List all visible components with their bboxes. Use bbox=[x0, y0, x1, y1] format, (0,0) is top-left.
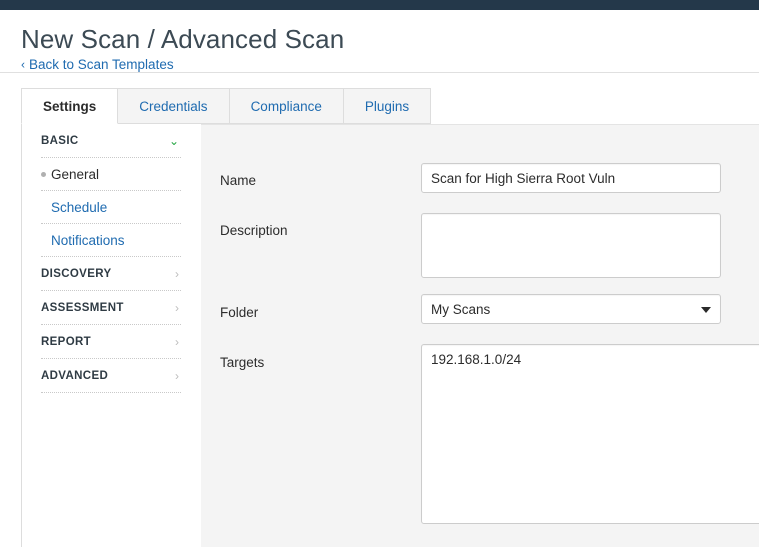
name-field-label: Name bbox=[220, 173, 257, 188]
nav-group-report: REPORT › bbox=[41, 325, 181, 359]
description-textarea[interactable] bbox=[421, 213, 721, 278]
sidebar-item-notifications[interactable]: Notifications bbox=[41, 224, 181, 256]
chevron-right-icon: › bbox=[175, 334, 179, 349]
sidebar-item-general-label: General bbox=[51, 166, 100, 182]
sidebar-item-general[interactable]: General bbox=[41, 158, 181, 190]
targets-textarea[interactable] bbox=[421, 344, 759, 524]
description-field-label: Description bbox=[220, 223, 288, 238]
scan-configuration-page: New Scan / Advanced Scan ‹ Back to Scan … bbox=[0, 0, 759, 547]
nav-group-general: General bbox=[41, 158, 181, 191]
back-to-scan-templates-link[interactable]: ‹ Back to Scan Templates bbox=[21, 57, 174, 72]
settings-sidebar: BASIC ⌄ General Schedule Notifications D… bbox=[21, 124, 201, 547]
page-body: BASIC ⌄ General Schedule Notifications D… bbox=[0, 124, 759, 547]
sidebar-section-advanced[interactable]: ADVANCED › bbox=[41, 359, 181, 392]
settings-form-panel: Name Description Folder My Scans Targets bbox=[201, 124, 759, 547]
tab-credentials[interactable]: Credentials bbox=[118, 88, 230, 124]
nav-group-schedule: Schedule bbox=[41, 191, 181, 224]
sidebar-item-schedule[interactable]: Schedule bbox=[41, 191, 181, 223]
sidebar-section-assessment-label: ASSESSMENT bbox=[41, 301, 124, 314]
folder-field-label: Folder bbox=[220, 305, 259, 320]
chevron-right-icon: › bbox=[175, 368, 179, 383]
sidebar-section-assessment[interactable]: ASSESSMENT › bbox=[41, 291, 181, 324]
tab-plugins[interactable]: Plugins bbox=[343, 88, 432, 124]
name-input[interactable] bbox=[421, 163, 721, 193]
sidebar-section-basic[interactable]: BASIC ⌄ bbox=[41, 124, 181, 157]
sidebar-item-notifications-label: Notifications bbox=[51, 232, 125, 248]
chevron-down-icon: ⌄ bbox=[168, 133, 179, 148]
nav-group-assessment: ASSESSMENT › bbox=[41, 291, 181, 325]
sidebar-section-advanced-label: ADVANCED bbox=[41, 369, 109, 382]
sidebar-section-report[interactable]: REPORT › bbox=[41, 325, 181, 358]
page-header: New Scan / Advanced Scan ‹ Back to Scan … bbox=[0, 10, 759, 73]
nav-group-basic: BASIC ⌄ bbox=[41, 124, 181, 158]
tab-compliance[interactable]: Compliance bbox=[229, 88, 344, 124]
targets-field-label: Targets bbox=[220, 355, 265, 370]
sidebar-section-basic-label: BASIC bbox=[41, 134, 79, 147]
sidebar-section-discovery[interactable]: DISCOVERY › bbox=[41, 257, 181, 290]
chevron-right-icon: › bbox=[175, 300, 179, 315]
nav-group-advanced: ADVANCED › bbox=[41, 359, 181, 393]
sidebar-section-discovery-label: DISCOVERY bbox=[41, 267, 112, 280]
chevron-left-icon: ‹ bbox=[21, 57, 25, 71]
sidebar-item-schedule-label: Schedule bbox=[51, 199, 108, 215]
tab-plugins-label: Plugins bbox=[364, 98, 410, 114]
tab-compliance-label: Compliance bbox=[250, 98, 322, 114]
current-item-bullet-icon bbox=[41, 171, 46, 177]
tab-bar: Settings Credentials Compliance Plugins bbox=[21, 88, 432, 124]
tab-credentials-label: Credentials bbox=[139, 98, 208, 114]
tab-settings[interactable]: Settings bbox=[21, 88, 119, 124]
app-top-bar bbox=[0, 0, 759, 10]
folder-select-value: My Scans bbox=[421, 294, 721, 324]
tab-settings-label: Settings bbox=[43, 98, 97, 114]
back-link-label: Back to Scan Templates bbox=[29, 57, 174, 72]
chevron-right-icon: › bbox=[175, 266, 179, 281]
page-title: New Scan / Advanced Scan bbox=[21, 24, 345, 54]
folder-select[interactable]: My Scans bbox=[421, 294, 721, 324]
sidebar-section-report-label: REPORT bbox=[41, 335, 92, 348]
nav-group-discovery: DISCOVERY › bbox=[41, 257, 181, 291]
nav-group-notifications: Notifications bbox=[41, 224, 181, 257]
